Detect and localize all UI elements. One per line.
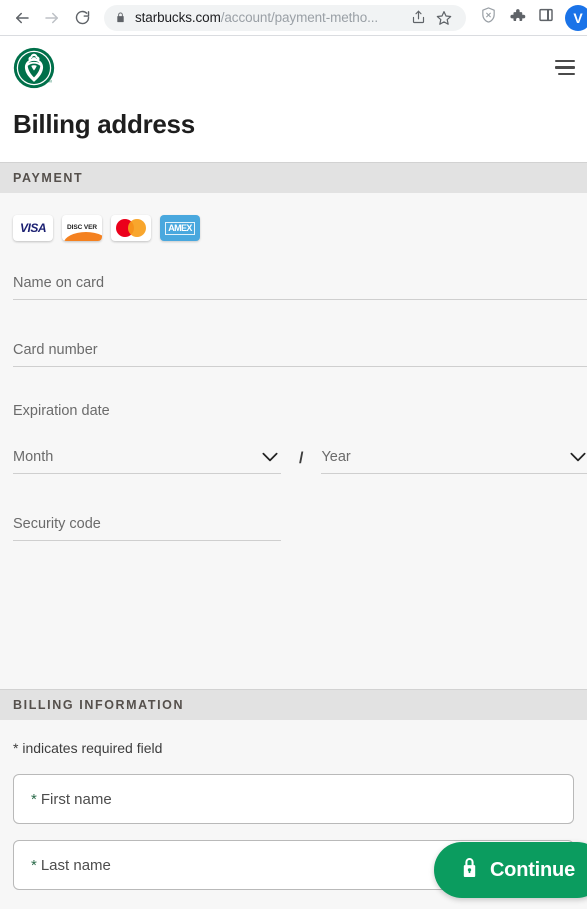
name-on-card-field[interactable]: Name on card	[13, 269, 587, 300]
mastercard-card-logo	[111, 215, 151, 241]
page-content: TM Billing address PAYMENT VISA DISC VER	[0, 36, 587, 909]
shield-icon	[480, 6, 497, 29]
hamburger-line	[555, 66, 575, 69]
svg-text:TM: TM	[46, 79, 51, 83]
payment-section-body: VISA DISC VER AMEX Name on card Card num…	[0, 193, 587, 689]
side-panel-button[interactable]	[533, 5, 559, 31]
last-name-placeholder: Last name	[40, 856, 111, 874]
extensions-button[interactable]	[504, 5, 530, 31]
security-code-placeholder: Security code	[13, 516, 101, 532]
payment-section-header: PAYMENT	[0, 162, 587, 193]
year-placeholder: Year	[321, 449, 351, 465]
card-number-placeholder: Card number	[13, 342, 98, 358]
star-icon[interactable]	[432, 6, 456, 30]
continue-label: Continue	[489, 858, 575, 881]
address-bar[interactable]: starbucks.com/account/payment-metho...	[104, 4, 466, 31]
url-path: /account/payment-metho...	[220, 10, 379, 25]
expiration-date-label: Expiration date	[13, 403, 110, 419]
site-header: TM	[0, 36, 587, 99]
chevron-down-icon	[570, 452, 586, 462]
billing-section-header: BILLING INFORMATION	[0, 689, 587, 720]
browser-toolbar: starbucks.com/account/payment-metho... V	[0, 0, 587, 36]
first-name-placeholder: First name	[40, 790, 112, 808]
expiration-month-select[interactable]: Month	[13, 449, 281, 474]
forward-button[interactable]	[38, 4, 66, 32]
continue-button[interactable]: Continue	[433, 842, 587, 898]
hamburger-menu-icon[interactable]	[547, 55, 575, 81]
amex-label: AMEX	[165, 221, 195, 235]
hamburger-line	[555, 59, 575, 63]
shield-extension-button[interactable]	[475, 5, 501, 31]
required-field-note: * indicates required field	[0, 720, 587, 774]
lock-icon	[460, 857, 479, 883]
chevron-down-icon	[262, 452, 278, 462]
required-asterisk: *	[31, 790, 37, 808]
url-host: starbucks.com	[135, 10, 221, 25]
expiration-year-select[interactable]: Year	[321, 449, 587, 474]
required-asterisk: *	[31, 856, 37, 874]
starbucks-logo[interactable]: TM	[13, 47, 55, 89]
discover-arc	[64, 232, 102, 241]
side-panel-icon	[538, 7, 554, 28]
arrow-right-icon	[43, 9, 61, 27]
first-name-input[interactable]: * First name	[13, 774, 574, 824]
mastercard-circles	[116, 219, 146, 237]
hamburger-line	[558, 72, 575, 76]
puzzle-icon	[509, 7, 526, 29]
page-title: Billing address	[0, 99, 587, 162]
security-code-field[interactable]: Security code	[13, 510, 281, 541]
lock-icon	[115, 11, 126, 24]
card-number-field[interactable]: Card number	[13, 336, 587, 367]
profile-avatar[interactable]: V	[565, 4, 587, 31]
discover-card-logo: DISC VER	[62, 215, 102, 241]
accepted-cards: VISA DISC VER AMEX	[13, 193, 587, 269]
back-button[interactable]	[8, 4, 36, 32]
expiration-row: Month / Year	[13, 449, 587, 474]
arrow-left-icon	[13, 9, 31, 27]
url-text: starbucks.com/account/payment-metho...	[135, 10, 404, 25]
month-placeholder: Month	[13, 449, 54, 465]
reload-button[interactable]	[68, 4, 96, 32]
discover-label: DISC VER	[67, 223, 97, 231]
section-spacer	[13, 577, 587, 689]
amex-card-logo: AMEX	[160, 215, 200, 241]
visa-card-logo: VISA	[13, 215, 53, 241]
expiration-separator: /	[299, 450, 304, 467]
reload-icon	[74, 9, 91, 26]
visa-label: VISA	[19, 221, 47, 235]
name-on-card-placeholder: Name on card	[13, 275, 105, 291]
mastercard-yellow-circle	[128, 219, 146, 237]
share-icon[interactable]	[406, 6, 430, 30]
